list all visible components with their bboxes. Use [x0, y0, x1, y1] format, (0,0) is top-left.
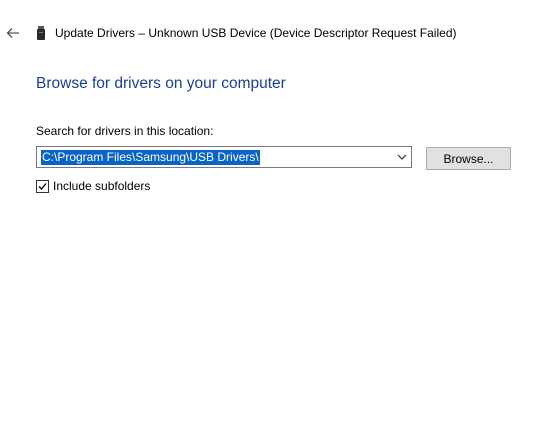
update-drivers-window: Update Drivers – Unknown USB Device (Dev… — [0, 0, 538, 442]
browse-button[interactable]: Browse... — [426, 147, 511, 170]
arrow-left-icon — [6, 28, 19, 38]
usb-device-icon — [37, 26, 45, 40]
include-subfolders-checkbox[interactable] — [36, 180, 49, 193]
page-title: Browse for drivers on your computer — [36, 75, 286, 92]
location-combobox[interactable]: C:\Program Files\Samsung\USB Drivers\ — [36, 146, 412, 168]
chevron-down-icon[interactable] — [397, 152, 407, 162]
location-input-value[interactable]: C:\Program Files\Samsung\USB Drivers\ — [41, 149, 260, 165]
back-button[interactable] — [4, 24, 22, 42]
include-subfolders-label[interactable]: Include subfolders — [53, 179, 150, 194]
checkmark-icon — [38, 183, 47, 190]
window-title: Update Drivers – Unknown USB Device (Dev… — [55, 26, 457, 40]
location-label: Search for drivers in this location: — [36, 124, 214, 138]
